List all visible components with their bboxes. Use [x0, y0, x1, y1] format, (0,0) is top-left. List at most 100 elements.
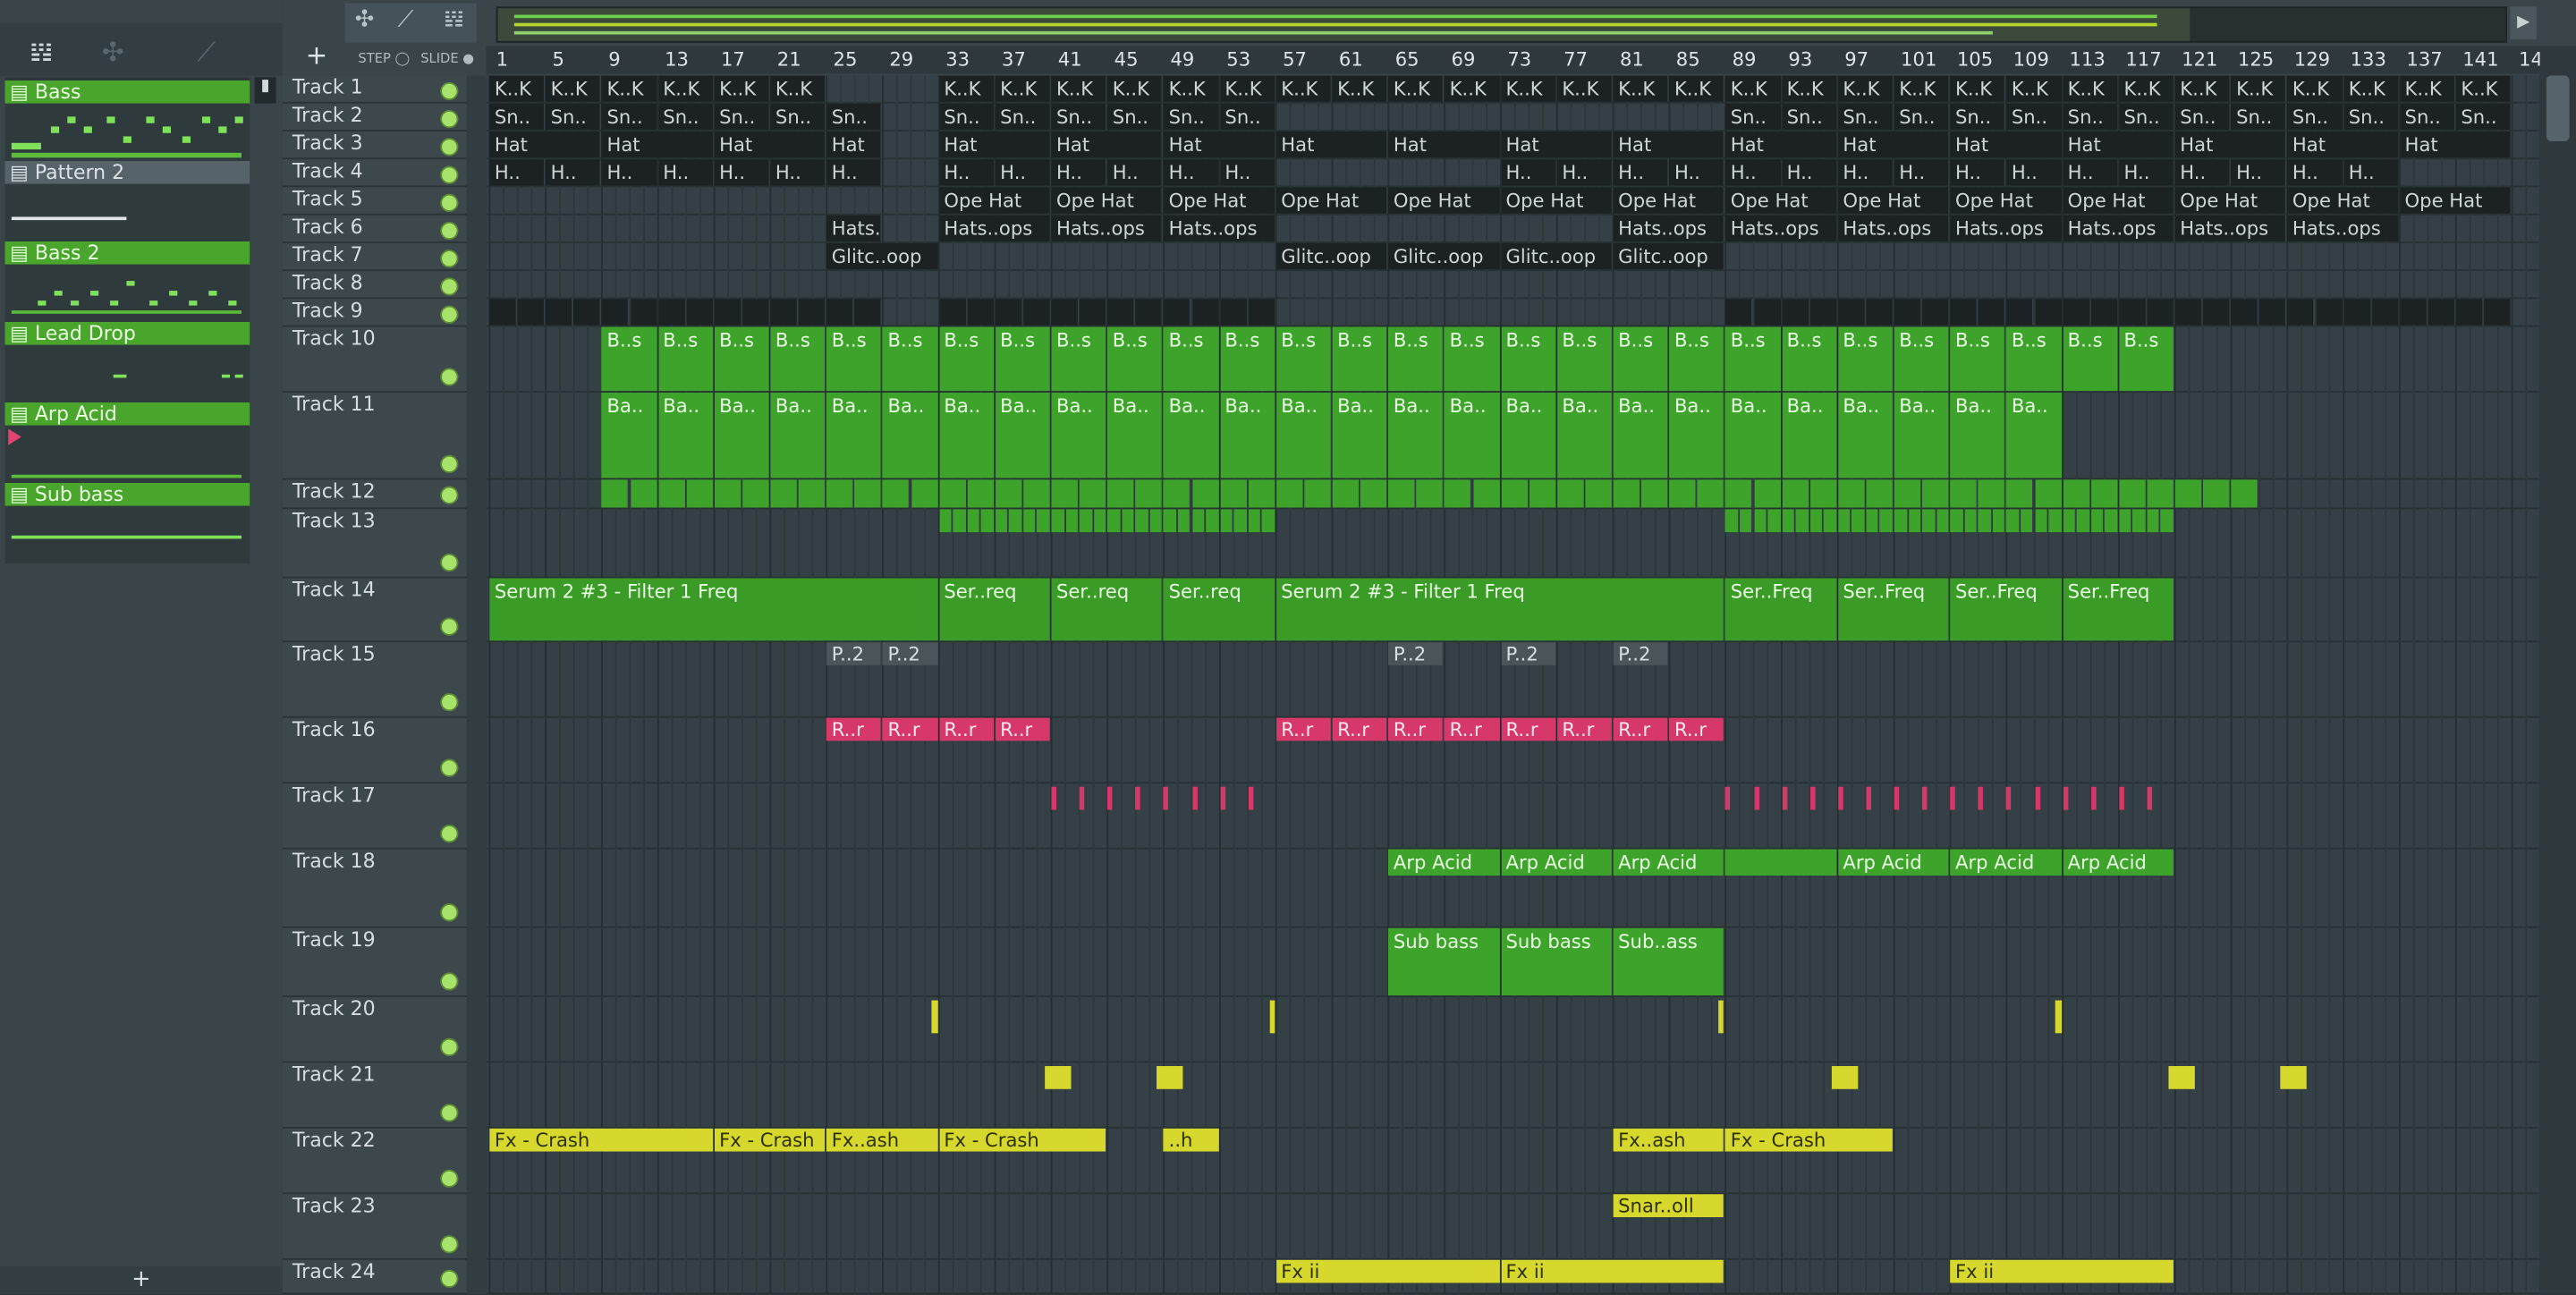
- clip[interactable]: [2400, 299, 2427, 326]
- track-header[interactable]: Track 22: [282, 1129, 467, 1195]
- clip[interactable]: [1782, 786, 1787, 810]
- track-mute-led[interactable]: [440, 825, 459, 843]
- clip[interactable]: R..r: [995, 717, 1050, 741]
- clip[interactable]: Ser..Freq: [1837, 578, 1949, 641]
- clip[interactable]: H..: [1782, 159, 1837, 186]
- clip[interactable]: [1922, 479, 1949, 508]
- clip[interactable]: [883, 479, 910, 508]
- clip[interactable]: Sn..: [770, 103, 826, 131]
- track-header[interactable]: Track 4: [282, 159, 467, 188]
- clip[interactable]: [1866, 509, 1879, 533]
- track-header[interactable]: Track 12: [282, 479, 467, 510]
- clip[interactable]: Fx ii: [1950, 1259, 2174, 1283]
- track-mute-led[interactable]: [440, 1235, 459, 1254]
- track-mute-led[interactable]: [440, 193, 459, 212]
- clip[interactable]: [2287, 299, 2314, 326]
- track-header[interactable]: Track 6: [282, 216, 467, 243]
- clip[interactable]: Ba..: [1613, 392, 1668, 478]
- track-mute-led[interactable]: [440, 617, 459, 636]
- clip[interactable]: Hat: [1164, 131, 1275, 158]
- clip[interactable]: Hat: [2287, 131, 2399, 158]
- clip[interactable]: H..: [2063, 159, 2118, 186]
- clip[interactable]: Ba..: [2006, 392, 2062, 478]
- clip[interactable]: Ba..: [657, 392, 713, 478]
- track-mute-led[interactable]: [440, 110, 459, 129]
- link-icon[interactable]: ⟋: [197, 36, 216, 69]
- clip[interactable]: Arp Acid: [1613, 849, 1724, 876]
- clip[interactable]: [2174, 479, 2202, 508]
- clip[interactable]: Arp Acid: [1950, 849, 2062, 876]
- clip[interactable]: K..K: [601, 75, 657, 102]
- clip[interactable]: [1782, 509, 1794, 533]
- clip[interactable]: K..K: [1332, 75, 1387, 102]
- clip[interactable]: Fx..ash: [1613, 1128, 1724, 1152]
- clip[interactable]: P..2: [1613, 642, 1668, 665]
- clip[interactable]: [2259, 299, 2286, 326]
- clip[interactable]: [2006, 509, 2020, 533]
- clip[interactable]: [2280, 1066, 2308, 1089]
- track-header[interactable]: Track 19: [282, 928, 467, 997]
- clip[interactable]: [1753, 509, 1767, 533]
- clip[interactable]: B..s: [1445, 326, 1500, 392]
- clip[interactable]: [2118, 479, 2146, 508]
- clip[interactable]: [1107, 479, 1134, 508]
- clip[interactable]: [2343, 299, 2370, 326]
- clip[interactable]: Sn..: [546, 103, 601, 131]
- clip[interactable]: Hat: [2063, 131, 2174, 158]
- track-header[interactable]: Track 18: [282, 850, 467, 928]
- clip[interactable]: B..s: [1837, 326, 1893, 392]
- clip[interactable]: Sn..: [2455, 103, 2511, 131]
- clip[interactable]: K..K: [770, 75, 826, 102]
- clip[interactable]: [1753, 479, 1781, 508]
- track-mute-led[interactable]: [440, 1269, 459, 1288]
- clip[interactable]: [1809, 509, 1823, 533]
- clip[interactable]: [1739, 509, 1752, 533]
- clip[interactable]: [1079, 509, 1092, 533]
- clip[interactable]: [1107, 786, 1113, 810]
- clip[interactable]: Ope Hat: [938, 187, 1050, 214]
- clip[interactable]: B..s: [1894, 326, 1949, 392]
- clip[interactable]: [2231, 299, 2258, 326]
- track-header[interactable]: Track 3: [282, 131, 467, 160]
- clip[interactable]: H..: [1107, 159, 1163, 186]
- clip[interactable]: Hat: [1388, 131, 1500, 158]
- track-mute-led[interactable]: [440, 553, 459, 572]
- clip[interactable]: [1219, 479, 1247, 508]
- clip[interactable]: B..s: [1107, 326, 1163, 392]
- track-header[interactable]: Track 11: [282, 393, 467, 480]
- clip[interactable]: [938, 509, 952, 533]
- clip[interactable]: [601, 299, 629, 326]
- clip[interactable]: [2090, 479, 2118, 508]
- clip[interactable]: Hat: [1051, 131, 1163, 158]
- track-mute-led[interactable]: [440, 250, 459, 268]
- clip[interactable]: K..K: [1613, 75, 1668, 102]
- clip[interactable]: [1725, 299, 1752, 326]
- track-mute-led[interactable]: [440, 165, 459, 184]
- clip[interactable]: Ba..: [1556, 392, 1612, 478]
- clip[interactable]: [826, 479, 853, 508]
- clip[interactable]: [1697, 479, 1724, 508]
- clip[interactable]: [1809, 786, 1815, 810]
- track-mute-led[interactable]: [440, 1169, 459, 1188]
- clip[interactable]: H..: [1669, 159, 1724, 186]
- clip[interactable]: [967, 479, 994, 508]
- clip[interactable]: [1809, 299, 1837, 326]
- track-mute-led[interactable]: [440, 486, 459, 504]
- clip[interactable]: [2315, 299, 2343, 326]
- track-mute-led[interactable]: [440, 305, 459, 324]
- add-pattern-button[interactable]: +: [0, 1266, 283, 1295]
- clip[interactable]: Hat: [2400, 131, 2511, 158]
- clip[interactable]: K..K: [2063, 75, 2118, 102]
- clip[interactable]: [1388, 479, 1415, 508]
- clip[interactable]: H..: [1613, 159, 1668, 186]
- clip[interactable]: [601, 479, 629, 508]
- clip[interactable]: [1191, 786, 1198, 810]
- clip[interactable]: Glitc..oop: [1613, 242, 1724, 270]
- clip[interactable]: Fx - Crash: [1725, 1128, 1893, 1152]
- clip[interactable]: B..s: [770, 326, 826, 392]
- piano-icon[interactable]: 𝍒: [444, 6, 464, 32]
- clip[interactable]: Sn..: [2063, 103, 2118, 131]
- track-header[interactable]: Track 5: [282, 187, 467, 216]
- clip[interactable]: [1529, 479, 1555, 508]
- clip[interactable]: H..: [2174, 159, 2230, 186]
